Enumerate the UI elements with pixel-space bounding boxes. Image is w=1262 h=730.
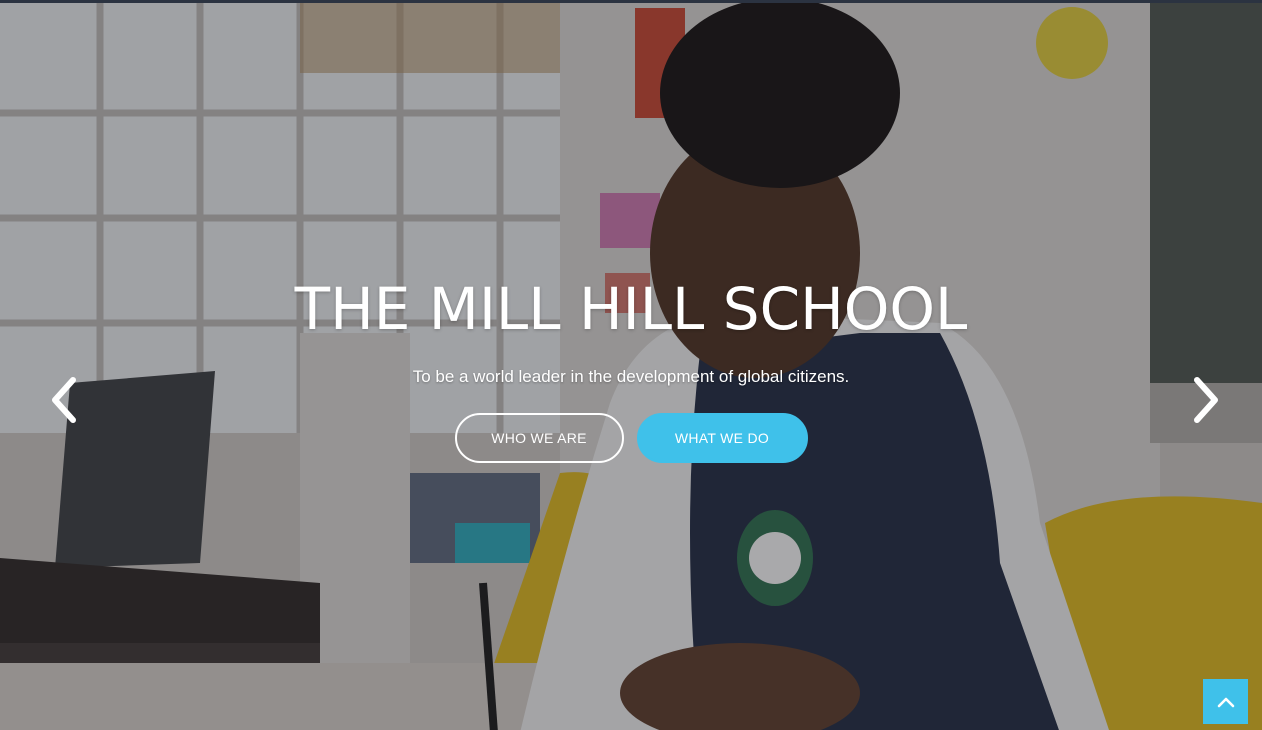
slider-next-button[interactable]: [1186, 375, 1226, 425]
slider-prev-button[interactable]: [44, 375, 84, 425]
chevron-left-icon: [52, 377, 76, 423]
back-to-top-button[interactable]: [1203, 679, 1248, 724]
school-title: THE MILL HILL SCHOOL: [294, 275, 968, 343]
slide-content: THE MILL HILL SCHOOL To be a world leade…: [0, 273, 1262, 463]
who-we-are-button[interactable]: WHO WE ARE: [454, 413, 624, 463]
chevron-right-icon: [1194, 377, 1218, 423]
what-we-do-button[interactable]: WHAT WE DO: [636, 413, 808, 463]
school-tagline: To be a world leader in the development …: [412, 367, 850, 386]
hero-buttons: WHO WE ARE WHAT WE DO: [0, 413, 1262, 463]
hero-slider: THE MILL HILL SCHOOL To be a world leade…: [0, 0, 1262, 730]
chevron-up-icon: [1217, 697, 1234, 707]
